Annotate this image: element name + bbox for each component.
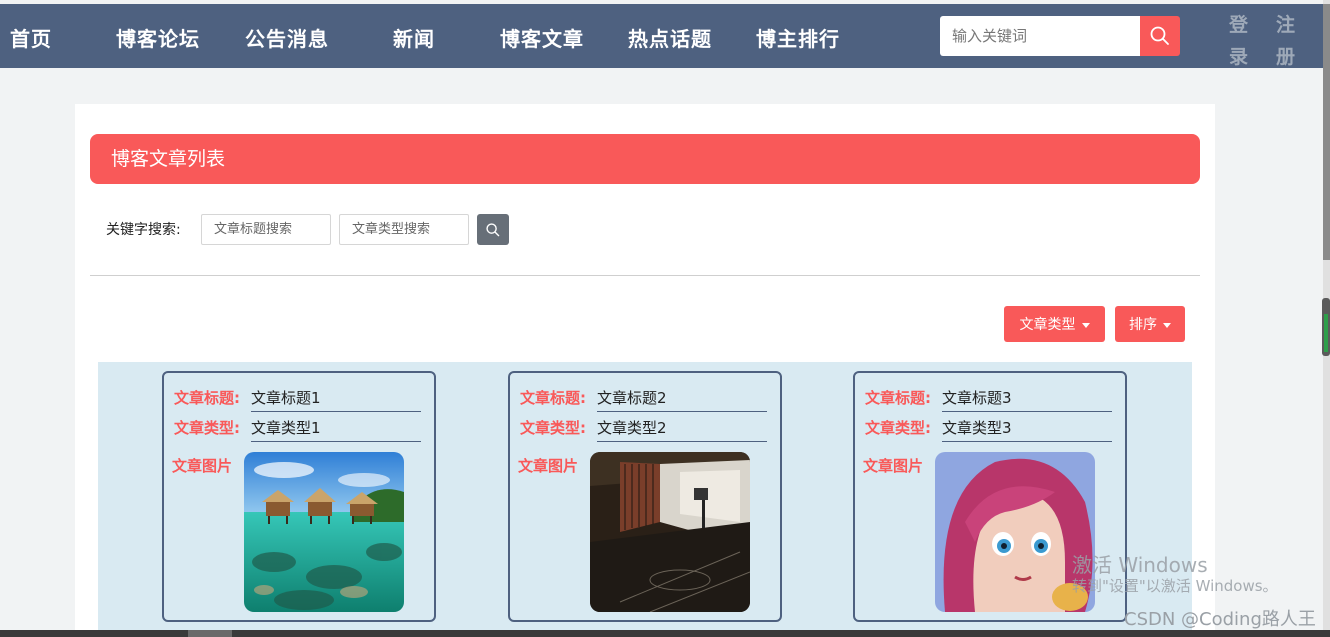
nav-blog-articles[interactable]: 博客文章 <box>500 23 584 52</box>
divider <box>90 275 1200 276</box>
nav-announcements[interactable]: 公告消息 <box>245 23 329 52</box>
search-icon <box>486 222 500 236</box>
windows-activation-hint: 转到"设置"以激活 Windows。 <box>1072 577 1278 595</box>
article-title: 文章标题2 <box>597 387 767 412</box>
caret-down-icon <box>1163 322 1171 328</box>
register-link-char-2[interactable]: 册 <box>1276 42 1295 69</box>
article-image-label: 文章图片 <box>518 457 579 475</box>
page-scrollbar-thumb[interactable] <box>1323 4 1330 260</box>
nav-news[interactable]: 新闻 <box>393 23 435 52</box>
article-type-dropdown-label: 文章类型 <box>1019 317 1076 333</box>
windows-activation-watermark: 激活 Windows <box>1072 553 1208 577</box>
article-type: 文章类型3 <box>942 417 1112 442</box>
sort-dropdown-label: 排序 <box>1129 317 1157 333</box>
article-image-label: 文章图片 <box>863 457 924 475</box>
title-search-input[interactable] <box>201 214 331 245</box>
side-scroll-widget[interactable] <box>1322 298 1330 356</box>
article-type-label: 文章类型: <box>520 419 586 437</box>
nav-forum[interactable]: 博客论坛 <box>116 23 200 52</box>
article-title-label: 文章标题: <box>174 389 240 407</box>
article-title-label: 文章标题: <box>865 389 931 407</box>
top-navbar: 首页 博客论坛 公告消息 新闻 博客文章 热点话题 博主排行 登 录 注 册 <box>0 4 1323 68</box>
article-image[interactable] <box>244 452 404 612</box>
article-type-label: 文章类型: <box>174 419 240 437</box>
article-type-dropdown[interactable]: 文章类型 <box>1004 306 1105 342</box>
panel-title: 博客文章列表 <box>90 134 1200 184</box>
search-icon <box>1150 26 1169 45</box>
nav-hot-topics[interactable]: 热点话题 <box>628 23 712 52</box>
sort-dropdown[interactable]: 排序 <box>1115 306 1185 342</box>
csdn-watermark: CSDN @Coding路人王 <box>1124 609 1316 630</box>
login-link-char-2[interactable]: 录 <box>1229 42 1248 69</box>
article-type: 文章类型2 <box>597 417 767 442</box>
article-title: 文章标题1 <box>251 387 421 412</box>
article-grid: 文章标题: 文章标题1 文章类型: 文章类型1 文章图片 文章标题: 文章标题2… <box>98 362 1192 637</box>
global-search-button[interactable] <box>1140 16 1180 56</box>
article-list-panel: 博客文章列表 关键字搜索: 文章类型 排序 文章标题: 文章标题1 文章类型: … <box>75 104 1215 637</box>
taskbar <box>0 630 1330 637</box>
type-search-input[interactable] <box>339 214 469 245</box>
article-type: 文章类型1 <box>251 417 421 442</box>
register-link-char-1[interactable]: 注 <box>1276 10 1295 37</box>
nav-home[interactable]: 首页 <box>10 23 52 52</box>
article-title-label: 文章标题: <box>520 389 586 407</box>
global-search-input[interactable] <box>940 16 1140 56</box>
keyword-search-label: 关键字搜索: <box>106 222 181 238</box>
article-type-label: 文章类型: <box>865 419 931 437</box>
article-image[interactable] <box>935 452 1095 612</box>
keyword-search-button[interactable] <box>477 214 509 245</box>
article-image[interactable] <box>590 452 750 612</box>
article-card[interactable]: 文章标题: 文章标题1 文章类型: 文章类型1 文章图片 <box>162 371 436 622</box>
login-link-char-1[interactable]: 登 <box>1229 10 1248 37</box>
article-title: 文章标题3 <box>942 387 1112 412</box>
article-image-label: 文章图片 <box>172 457 233 475</box>
article-card[interactable]: 文章标题: 文章标题2 文章类型: 文章类型2 文章图片 <box>508 371 782 622</box>
caret-down-icon <box>1081 322 1090 328</box>
nav-blogger-ranking[interactable]: 博主排行 <box>756 23 840 52</box>
